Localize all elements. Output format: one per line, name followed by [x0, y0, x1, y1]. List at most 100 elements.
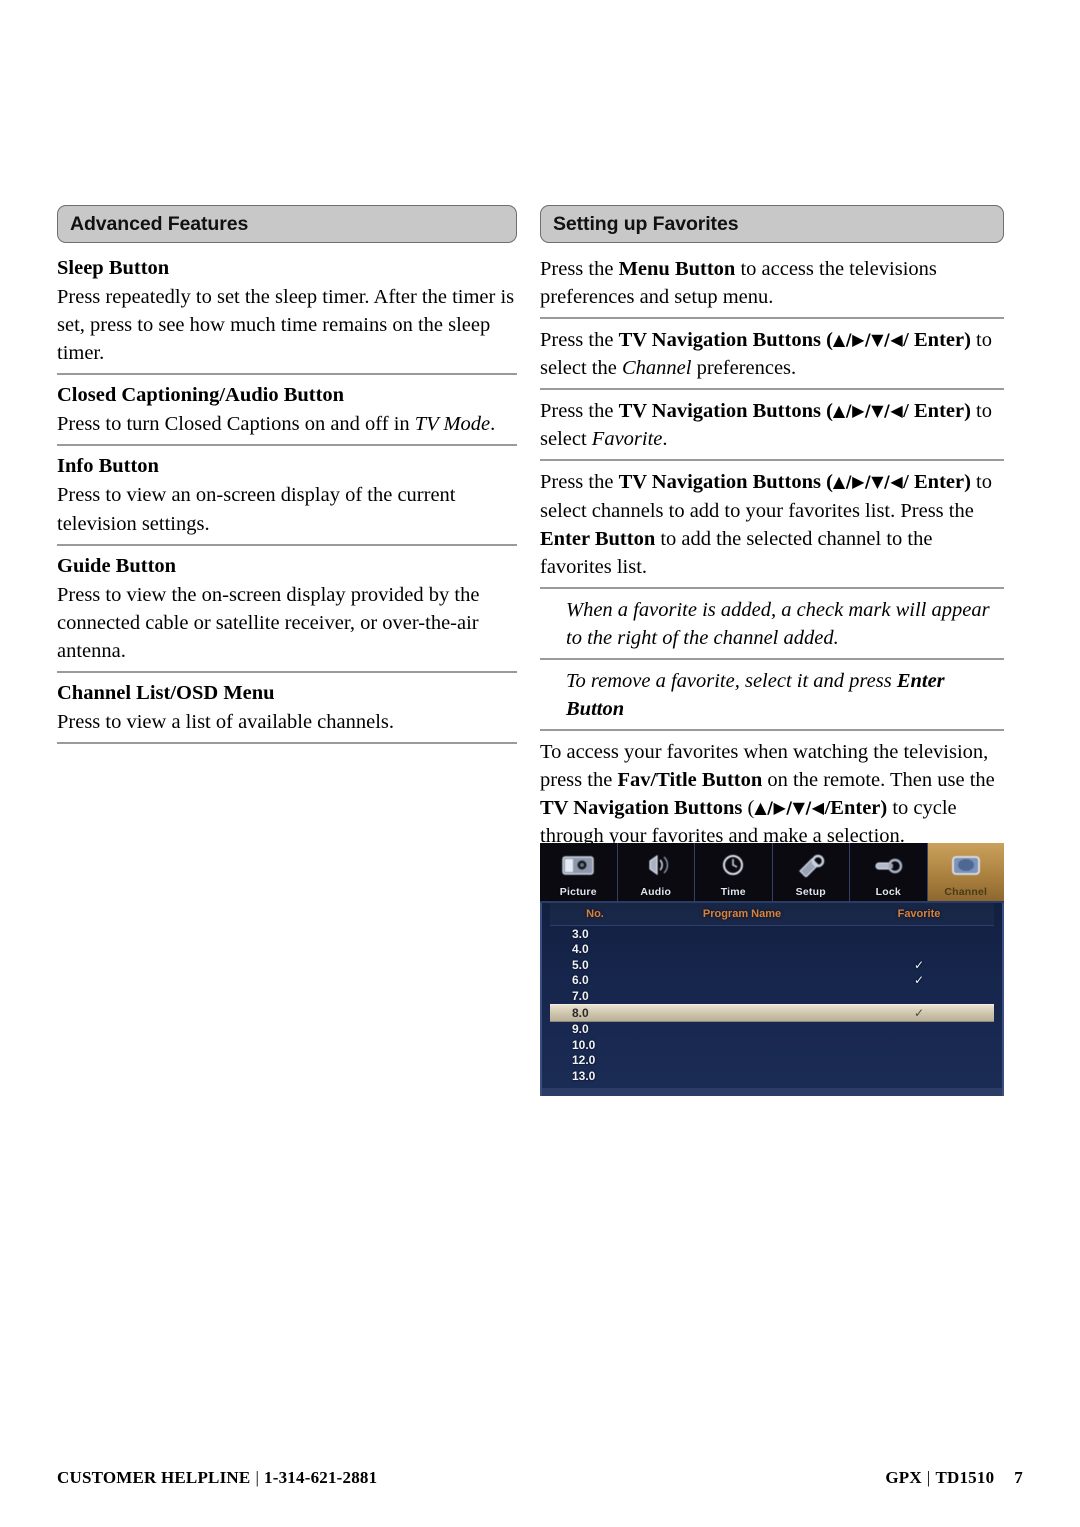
- step-body: To access your favorites when watching t…: [540, 738, 1004, 850]
- table-row[interactable]: 13.0: [550, 1068, 994, 1084]
- entry-body: Press repeatedly to set the sleep timer.…: [57, 286, 515, 365]
- cell-favorite: ✓: [913, 957, 925, 972]
- text: (: [742, 797, 755, 820]
- left-column: Advanced Features Sleep Button Press rep…: [57, 205, 517, 751]
- tv-menu-label: Setup: [795, 886, 826, 898]
- cell-no: 7.0: [572, 988, 589, 1003]
- step-select-favorite: Press the TV Navigation Buttons (▲/▶/▼/◀…: [540, 397, 1004, 462]
- table-row[interactable]: 10.0: [550, 1037, 994, 1053]
- table-row[interactable]: 5.0 ✓: [550, 957, 994, 973]
- step-add-channels-to-favorites: Press the TV Navigation Buttons (▲/▶/▼/◀…: [540, 468, 1004, 589]
- tv-menu-item-setup[interactable]: Setup: [772, 843, 850, 901]
- cell-no: 3.0: [572, 926, 589, 941]
- lock-icon: [850, 843, 927, 886]
- table-row-selected[interactable]: 8.0 ✓: [550, 1003, 994, 1022]
- footer-helpline-label: CUSTOMER HELPLINE: [57, 1468, 251, 1487]
- footer-phone: 1-314-621-2881: [264, 1468, 378, 1487]
- tv-menu-label: Lock: [875, 886, 901, 898]
- note-check-mark-appears: When a favorite is added, a check mark w…: [540, 596, 1004, 660]
- section-header-label: Advanced Features: [70, 212, 249, 235]
- cell-no: 13.0: [572, 1068, 596, 1083]
- table-header-row: No. Program Name Favorite: [550, 903, 994, 926]
- section-header-advanced-features: Advanced Features: [57, 205, 517, 243]
- text: Press the: [540, 400, 619, 423]
- entry-body: Press to view a list of available channe…: [57, 710, 395, 733]
- nav-arrows-icon: ▲/▶/▼/◀: [832, 401, 904, 421]
- cell-no: 9.0: [572, 1022, 589, 1037]
- tv-menu-label: Audio: [640, 886, 672, 898]
- setup-icon: [773, 843, 850, 886]
- entry-title: Info Button: [57, 455, 159, 478]
- cell-no: 5.0: [572, 957, 589, 972]
- column-header-program-name: Program Name: [702, 908, 782, 920]
- table-row[interactable]: 7.0: [550, 988, 994, 1004]
- text-bold: Enter Button: [540, 527, 656, 550]
- manual-page: Advanced Features Sleep Button Press rep…: [0, 0, 1080, 1527]
- footer-separator: |: [255, 1468, 260, 1487]
- footer-model: TD1510: [935, 1468, 995, 1487]
- tv-menu-label: Time: [720, 886, 746, 898]
- tv-menu-item-time[interactable]: Time: [695, 843, 773, 901]
- table-row[interactable]: 4.0: [550, 942, 994, 958]
- text: Press the: [540, 329, 619, 352]
- page-number: 7: [1014, 1468, 1023, 1487]
- text-italic: To remove a favorite, select it and pres…: [566, 669, 897, 692]
- tv-menu-label: Picture: [559, 886, 597, 898]
- footer-customer-helpline: CUSTOMER HELPLINE | 1-314-621-2881: [57, 1468, 377, 1488]
- step-access-favorites: To access your favorites when watching t…: [540, 738, 1004, 859]
- tv-menu-item-audio[interactable]: Audio: [617, 843, 695, 901]
- picture-icon: [540, 843, 617, 886]
- channel-icon: [928, 843, 1005, 886]
- time-icon: [695, 843, 772, 886]
- entry-title: Sleep Button: [57, 257, 170, 279]
- cell-no: 10.0: [572, 1037, 596, 1052]
- entry-info-button: Info Button Press to view an on-screen d…: [57, 453, 517, 546]
- text-italic: Channel: [621, 357, 692, 380]
- audio-icon: [618, 843, 695, 886]
- entry-body: Press to view the on-screen display prov…: [57, 583, 480, 662]
- tv-menu-item-picture[interactable]: Picture: [540, 843, 618, 901]
- note-body: To remove a favorite, select it and pres…: [540, 667, 1004, 723]
- tv-menu-bar: Picture Audio Time Setup Lock Channel: [540, 843, 1004, 903]
- table-row[interactable]: 12.0: [550, 1053, 994, 1069]
- footer-brand: GPX: [885, 1468, 922, 1487]
- entry-body: Press to view an on-screen display of th…: [57, 484, 456, 535]
- table-row[interactable]: 3.0: [550, 926, 994, 942]
- cell-no: 12.0: [572, 1053, 596, 1068]
- entry-title: Guide Button: [57, 554, 177, 577]
- entry-closed-captioning-audio-button: Closed Captioning/Audio Button Press to …: [57, 382, 517, 447]
- table-row[interactable]: 9.0: [550, 1022, 994, 1038]
- nav-arrows-icon: ▲/▶/▼/◀: [754, 798, 825, 818]
- footer-separator: |: [926, 1468, 931, 1487]
- right-column: Setting up Favorites Press the Menu Butt…: [540, 205, 1004, 865]
- text: Press the: [540, 258, 619, 280]
- text-bold: TV Navigation Buttons: [540, 797, 743, 820]
- step-body: Press the TV Navigation Buttons (▲/▶/▼/◀…: [540, 468, 1004, 580]
- section-header-label: Setting up Favorites: [553, 212, 739, 235]
- text-bold: / Enter): [903, 400, 971, 423]
- nav-arrows-icon: ▲/▶/▼/◀: [832, 472, 904, 492]
- nav-arrows-icon: ▲/▶/▼/◀: [832, 330, 904, 350]
- body-italic: TV Mode: [414, 413, 491, 436]
- cell-favorite: ✓: [913, 973, 925, 988]
- text: Press the: [540, 471, 619, 494]
- text-bold: Fav/Title Button: [617, 769, 763, 792]
- entry-body: Press to turn Closed Captions on and off…: [57, 410, 517, 438]
- step-menu-button: Press the Menu Button to access the tele…: [540, 255, 1004, 320]
- entry-sleep-button: Sleep Button Press repeatedly to set the…: [57, 255, 517, 376]
- entry-title: Closed Captioning/Audio Button: [57, 384, 345, 407]
- text-bold: / Enter): [903, 329, 971, 352]
- cell-no: 8.0: [572, 1005, 589, 1020]
- tv-menu-item-channel[interactable]: Channel: [927, 843, 1005, 901]
- entry-guide-button: Guide Button Press to view the on-screen…: [57, 553, 517, 673]
- footer-brand-model-page: GPX | TD1510 7: [885, 1468, 1023, 1488]
- text-bold: TV Navigation Buttons (: [618, 471, 833, 494]
- cell-favorite: ✓: [913, 1005, 925, 1020]
- text: .: [662, 428, 668, 451]
- entry-channel-list-osd-menu: Channel List/OSD Menu Press to view a li…: [57, 680, 517, 745]
- step-body: Press the Menu Button to access the tele…: [540, 255, 1004, 311]
- tv-channel-table: No. Program Name Favorite 3.0 4.0 5.0 ✓ …: [540, 903, 1004, 1096]
- tv-menu-item-lock[interactable]: Lock: [850, 843, 928, 901]
- table-row[interactable]: 6.0 ✓: [550, 973, 994, 989]
- step-select-channel-preferences: Press the TV Navigation Buttons (▲/▶/▼/◀…: [540, 326, 1004, 391]
